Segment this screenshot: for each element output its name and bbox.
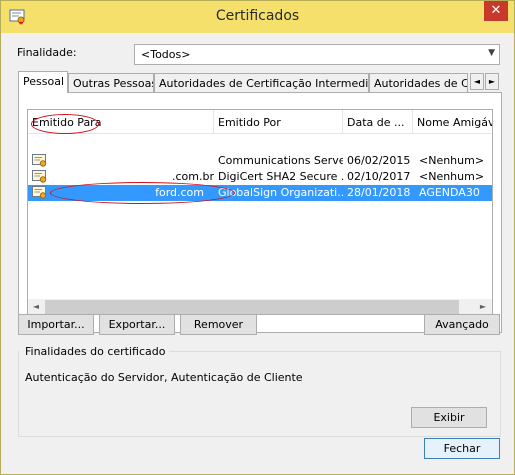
scrollbar-thumb[interactable]: [45, 300, 459, 314]
friendly-name-cell: <Nenhum>: [419, 170, 485, 183]
tab-panel-pessoal: Emitido Para Emitido Por Data de ... Nom…: [18, 92, 502, 333]
friendly-name-cell: <Nenhum>: [419, 154, 485, 167]
finalidade-value: <Todos>: [141, 48, 191, 61]
issued-by-cell: Communications Server: [218, 154, 343, 167]
chevron-down-icon: ▼: [488, 48, 495, 58]
list-header: Emitido Para Emitido Por Data de ... Nom…: [28, 110, 492, 134]
certificate-purposes-group: Finalidades do certificado Autenticação …: [18, 345, 501, 437]
date-cell: 28/01/2018: [347, 186, 411, 199]
certificate-icon: [32, 170, 47, 183]
tab-scroll-right-icon[interactable]: ►: [485, 73, 499, 90]
issued-to-cell: ford.com: [155, 186, 204, 199]
exportar-button[interactable]: Exportar...: [99, 314, 175, 335]
horizontal-scrollbar[interactable]: ◄ ►: [28, 299, 492, 314]
avancado-button[interactable]: Avançado: [424, 314, 500, 335]
tab-pessoal[interactable]: Pessoal: [18, 71, 68, 93]
close-window-button[interactable]: ✕: [484, 1, 508, 21]
certificates-dialog: Certificados ✕ Finalidade: <Todos> ▼ Pes…: [0, 0, 515, 475]
friendly-name-cell: AGENDA30: [419, 186, 480, 199]
title-bar: Certificados ✕: [1, 1, 514, 33]
column-header-nome-amigavel[interactable]: Nome Amigáv: [413, 110, 492, 134]
finalidade-select[interactable]: <Todos> ▼: [134, 44, 500, 65]
scroll-right-icon[interactable]: ►: [475, 299, 491, 314]
certificate-icon: [32, 154, 47, 167]
tab-scroll-left-icon[interactable]: ◄: [470, 73, 484, 90]
issued-by-cell: GlobalSign Organizati...: [218, 186, 343, 199]
tab-outras-pessoas[interactable]: Outras Pessoas: [68, 73, 154, 92]
remover-button[interactable]: Remover: [180, 314, 257, 335]
column-header-emitido-para[interactable]: Emitido Para: [28, 110, 214, 134]
certificate-purposes-text: Autenticação do Servidor, Autenticação d…: [25, 371, 303, 384]
table-row[interactable]: .com.br DigiCert SHA2 Secure ... 02/10/2…: [28, 169, 492, 185]
tab-autoridades-raiz[interactable]: Autoridades de Ce: [369, 73, 468, 92]
date-cell: 02/10/2017: [347, 170, 411, 183]
exibir-button[interactable]: Exibir: [411, 407, 487, 428]
dialog-body: Finalidade: <Todos> ▼ Pessoal Outras Pes…: [8, 33, 508, 469]
finalidade-label: Finalidade:: [17, 46, 77, 59]
certificate-icon: [32, 186, 47, 199]
tab-strip: Pessoal Outras Pessoas Autoridades de Ce…: [18, 71, 502, 93]
table-row-selected[interactable]: ford.com GlobalSign Organizati... 28/01/…: [28, 185, 492, 201]
fechar-button[interactable]: Fechar: [424, 438, 500, 459]
importar-button[interactable]: Importar...: [18, 314, 94, 335]
window-title: Certificados: [215, 8, 300, 24]
column-header-emitido-por[interactable]: Emitido Por: [214, 110, 343, 134]
group-title: Finalidades do certificado: [19, 345, 170, 358]
certificate-list[interactable]: Emitido Para Emitido Por Data de ... Nom…: [27, 109, 493, 315]
issued-by-cell: DigiCert SHA2 Secure ...: [218, 170, 343, 183]
column-header-data[interactable]: Data de ...: [343, 110, 413, 134]
tab-autoridades-intermediarias[interactable]: Autoridades de Certificação Intermediári…: [154, 73, 369, 92]
table-row[interactable]: Communications Server 06/02/2015 <Nenhum…: [28, 153, 492, 169]
scroll-left-icon[interactable]: ◄: [28, 299, 44, 314]
issued-to-cell: .com.br: [172, 170, 214, 183]
date-cell: 06/02/2015: [347, 154, 411, 167]
